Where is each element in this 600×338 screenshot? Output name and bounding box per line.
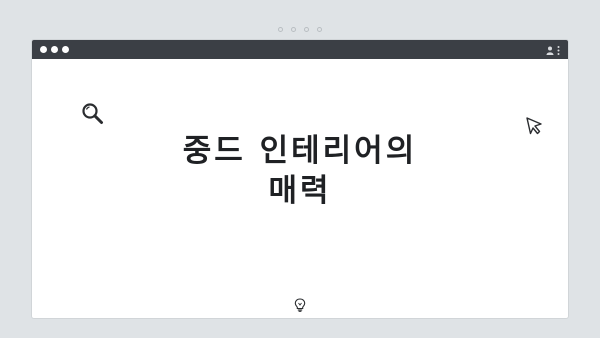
user-icon[interactable] (546, 40, 554, 59)
lightbulb-icon (294, 297, 306, 316)
carousel-dot[interactable] (304, 27, 309, 32)
carousel-dots (0, 27, 600, 32)
carousel-dot[interactable] (291, 27, 296, 32)
slide-headline: 중드 인테리어의 매력 (32, 131, 568, 211)
search-icon (80, 101, 106, 131)
headline-line-2: 매력 (268, 173, 332, 209)
window-dot-icon[interactable] (40, 46, 47, 53)
more-vertical-icon[interactable] (557, 40, 560, 59)
window-title-bar (32, 40, 568, 59)
window-dots (40, 46, 69, 53)
window-dot-icon[interactable] (51, 46, 58, 53)
headline-line-1: 중드 인테리어의 (182, 133, 418, 169)
window-controls (546, 40, 560, 59)
carousel-dot[interactable] (317, 27, 322, 32)
browser-window: 중드 인테리어의 매력 (32, 40, 568, 318)
carousel-dot[interactable] (278, 27, 283, 32)
slide-content: 중드 인테리어의 매력 (32, 59, 568, 318)
window-dot-icon[interactable] (62, 46, 69, 53)
